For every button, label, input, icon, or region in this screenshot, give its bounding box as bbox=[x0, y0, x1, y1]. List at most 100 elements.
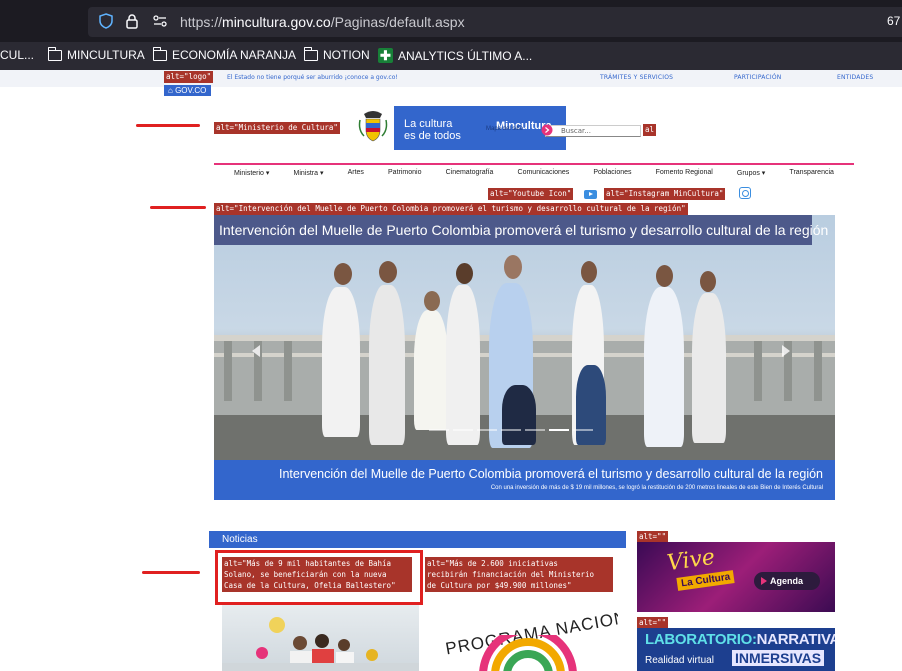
carousel-dots[interactable] bbox=[429, 429, 593, 431]
laboratorio-narrativas-banner[interactable]: LABORATORIO:NARRATIVAS Realidad virtual … bbox=[637, 628, 835, 671]
news-item2-image[interactable]: PROGRAMA NACIONAL DE bbox=[428, 605, 618, 671]
vive-la-cultura-banner[interactable]: Vive La Cultura Agenda bbox=[637, 542, 835, 612]
url-text[interactable]: https://mincultura.gov.co/Paginas/defaul… bbox=[180, 14, 465, 30]
hero-alt-tag: alt="Intervención del Muelle de Puerto C… bbox=[214, 203, 688, 215]
gov-link-participacion[interactable]: PARTICIPACIÓN bbox=[734, 74, 781, 81]
gov-link-tramites[interactable]: TRÁMITES Y SERVICIOS bbox=[600, 74, 673, 81]
gov-tagline[interactable]: El Estado no tiene porqué ser aburrido ¡… bbox=[227, 74, 398, 81]
bookmark-label: ECONOMÍA NARANJA bbox=[172, 48, 297, 62]
nav-item-ministerio[interactable]: Ministerio ▾ bbox=[234, 169, 269, 181]
hero-caption[interactable]: Intervención del Muelle de Puerto Colomb… bbox=[214, 460, 835, 500]
youtube-alt-tag: alt="Youtube Icon" bbox=[488, 188, 574, 200]
carousel-prev-icon[interactable] bbox=[252, 345, 260, 357]
url-host: mincultura.gov.co bbox=[222, 14, 331, 30]
hero-title: Intervención del Muelle de Puerto Colomb… bbox=[214, 215, 828, 245]
person-figure bbox=[446, 285, 480, 445]
colombia-shield-logo[interactable] bbox=[352, 106, 394, 150]
gov-link-entidades[interactable]: ENTIDADES bbox=[837, 74, 873, 81]
instagram-alt-tag: alt="Instagram MinCultura" bbox=[604, 188, 726, 200]
carousel-dot[interactable] bbox=[549, 429, 569, 431]
annotation-mark bbox=[136, 124, 200, 127]
bookmark-notion[interactable]: NOTION bbox=[303, 46, 370, 62]
news-item2-alt: alt="Más de 2.600 iniciativas recibirán … bbox=[425, 557, 613, 592]
carousel-dot[interactable] bbox=[477, 429, 497, 431]
nav-item-patrimonio[interactable]: Patrimonio bbox=[388, 169, 421, 181]
search-arrow-icon[interactable] bbox=[541, 124, 553, 136]
bookmark-label: ANALYTICS ÚLTIMO A... bbox=[398, 48, 533, 63]
banner2-inmersivas: INMERSIVAS bbox=[732, 650, 825, 666]
bookmark-label: MINCULTURA bbox=[67, 48, 145, 62]
banner2-title: LABORATORIO:NARRATIVAS bbox=[645, 631, 835, 648]
hero-caption-title: Intervención del Muelle de Puerto Colomb… bbox=[278, 467, 823, 481]
shield-icon[interactable] bbox=[98, 13, 114, 29]
news-photo-people bbox=[222, 617, 419, 671]
slogan-line1: La cultura bbox=[404, 118, 453, 130]
bookmark-label: CUL... bbox=[0, 48, 35, 62]
nav-item-cinematografia[interactable]: Cinematografía bbox=[446, 169, 494, 181]
nav-item-fomento-regional[interactable]: Fomento Regional bbox=[656, 169, 713, 181]
person-head bbox=[581, 261, 597, 283]
carousel-dot[interactable] bbox=[525, 429, 545, 431]
bookmark-cul[interactable]: CUL... bbox=[0, 48, 34, 62]
govco-badge-label: GOV.CO bbox=[175, 86, 207, 95]
hero-caption-subtitle: Con una inversión de más de $ 19 mil mil… bbox=[490, 485, 823, 491]
bookmark-mincultura[interactable]: MINCULTURA bbox=[47, 46, 145, 62]
nav-item-ministra[interactable]: Ministra ▾ bbox=[294, 169, 324, 181]
nav-item-artes[interactable]: Artes bbox=[348, 169, 364, 181]
instagram-icon[interactable] bbox=[739, 187, 751, 199]
govco-badge[interactable]: ⌂ GOV.CO bbox=[164, 85, 211, 96]
hero-carousel[interactable]: Intervención del Muelle de Puerto Colomb… bbox=[214, 215, 835, 500]
banner-vive: Vive bbox=[665, 544, 717, 577]
person-figure bbox=[369, 285, 405, 445]
slogan-line2: es de todos bbox=[404, 130, 461, 142]
folder-icon bbox=[152, 46, 167, 61]
permissions-icon[interactable] bbox=[152, 13, 168, 29]
bookmark-economia-naranja[interactable]: ECONOMÍA NARANJA bbox=[152, 46, 297, 62]
url-scheme: https:// bbox=[180, 14, 223, 30]
youtube-icon[interactable] bbox=[584, 190, 597, 199]
search-input[interactable]: Buscar... bbox=[545, 125, 641, 137]
analytics-icon: ✚ bbox=[378, 48, 393, 63]
carousel-dot[interactable] bbox=[429, 429, 449, 431]
alt-line: de Cultura por $49.900 millones" bbox=[427, 581, 572, 590]
person-trousers bbox=[502, 385, 536, 445]
nav-item-poblaciones[interactable]: Poblaciones bbox=[593, 169, 631, 181]
nav-item-comunicaciones[interactable]: Comunicaciones bbox=[518, 169, 570, 181]
person-skirt bbox=[576, 365, 606, 445]
carousel-dot[interactable] bbox=[573, 429, 593, 431]
ministry-alt-tag: alt="Ministerio de Cultura" bbox=[214, 122, 340, 134]
news-section-header: Noticias bbox=[209, 531, 626, 548]
person-figure bbox=[644, 287, 684, 447]
carousel-dot[interactable] bbox=[501, 429, 521, 431]
person-head bbox=[700, 271, 716, 292]
banner2-title-a: LABORATORIO: bbox=[645, 631, 757, 648]
logo-alt-tag: alt="logo" bbox=[164, 71, 214, 83]
carousel-dot[interactable] bbox=[453, 429, 473, 431]
folder-icon bbox=[303, 46, 318, 61]
program-logo-icon bbox=[479, 635, 577, 671]
person-figure bbox=[322, 287, 360, 437]
agenda-button[interactable]: Agenda bbox=[754, 572, 820, 590]
annotation-mark bbox=[142, 571, 200, 574]
person-head bbox=[456, 263, 473, 284]
person-figure bbox=[692, 293, 726, 443]
coat-of-arms-icon bbox=[358, 111, 388, 142]
zoom-indicator[interactable]: 67 bbox=[887, 14, 900, 28]
news-item1-image[interactable] bbox=[222, 605, 419, 671]
bookmark-analytics[interactable]: ✚ ANALYTICS ÚLTIMO A... bbox=[378, 48, 532, 63]
sitemap-link[interactable]: Mapa del sitio bbox=[486, 126, 523, 132]
url-path: /Paginas/default.aspx bbox=[330, 14, 465, 30]
person-head bbox=[656, 265, 673, 287]
banner2-title-b: NARRATIVAS bbox=[756, 631, 835, 648]
slogan-banner[interactable]: La cultura es de todos bbox=[394, 106, 486, 150]
nav-item-transparencia[interactable]: Transparencia bbox=[789, 169, 834, 181]
alt-line: recibirán financiación del Ministerio bbox=[427, 570, 595, 579]
annotation-mark bbox=[150, 206, 206, 209]
bookmark-label: NOTION bbox=[323, 48, 370, 62]
alt-line: alt="Más de 2.600 iniciativas bbox=[427, 559, 558, 568]
person-figure bbox=[414, 310, 448, 430]
nav-item-grupos[interactable]: Grupos ▾ bbox=[737, 169, 765, 181]
carousel-next-icon[interactable] bbox=[782, 345, 790, 357]
nav-divider bbox=[214, 163, 854, 165]
lock-icon[interactable] bbox=[124, 13, 140, 29]
